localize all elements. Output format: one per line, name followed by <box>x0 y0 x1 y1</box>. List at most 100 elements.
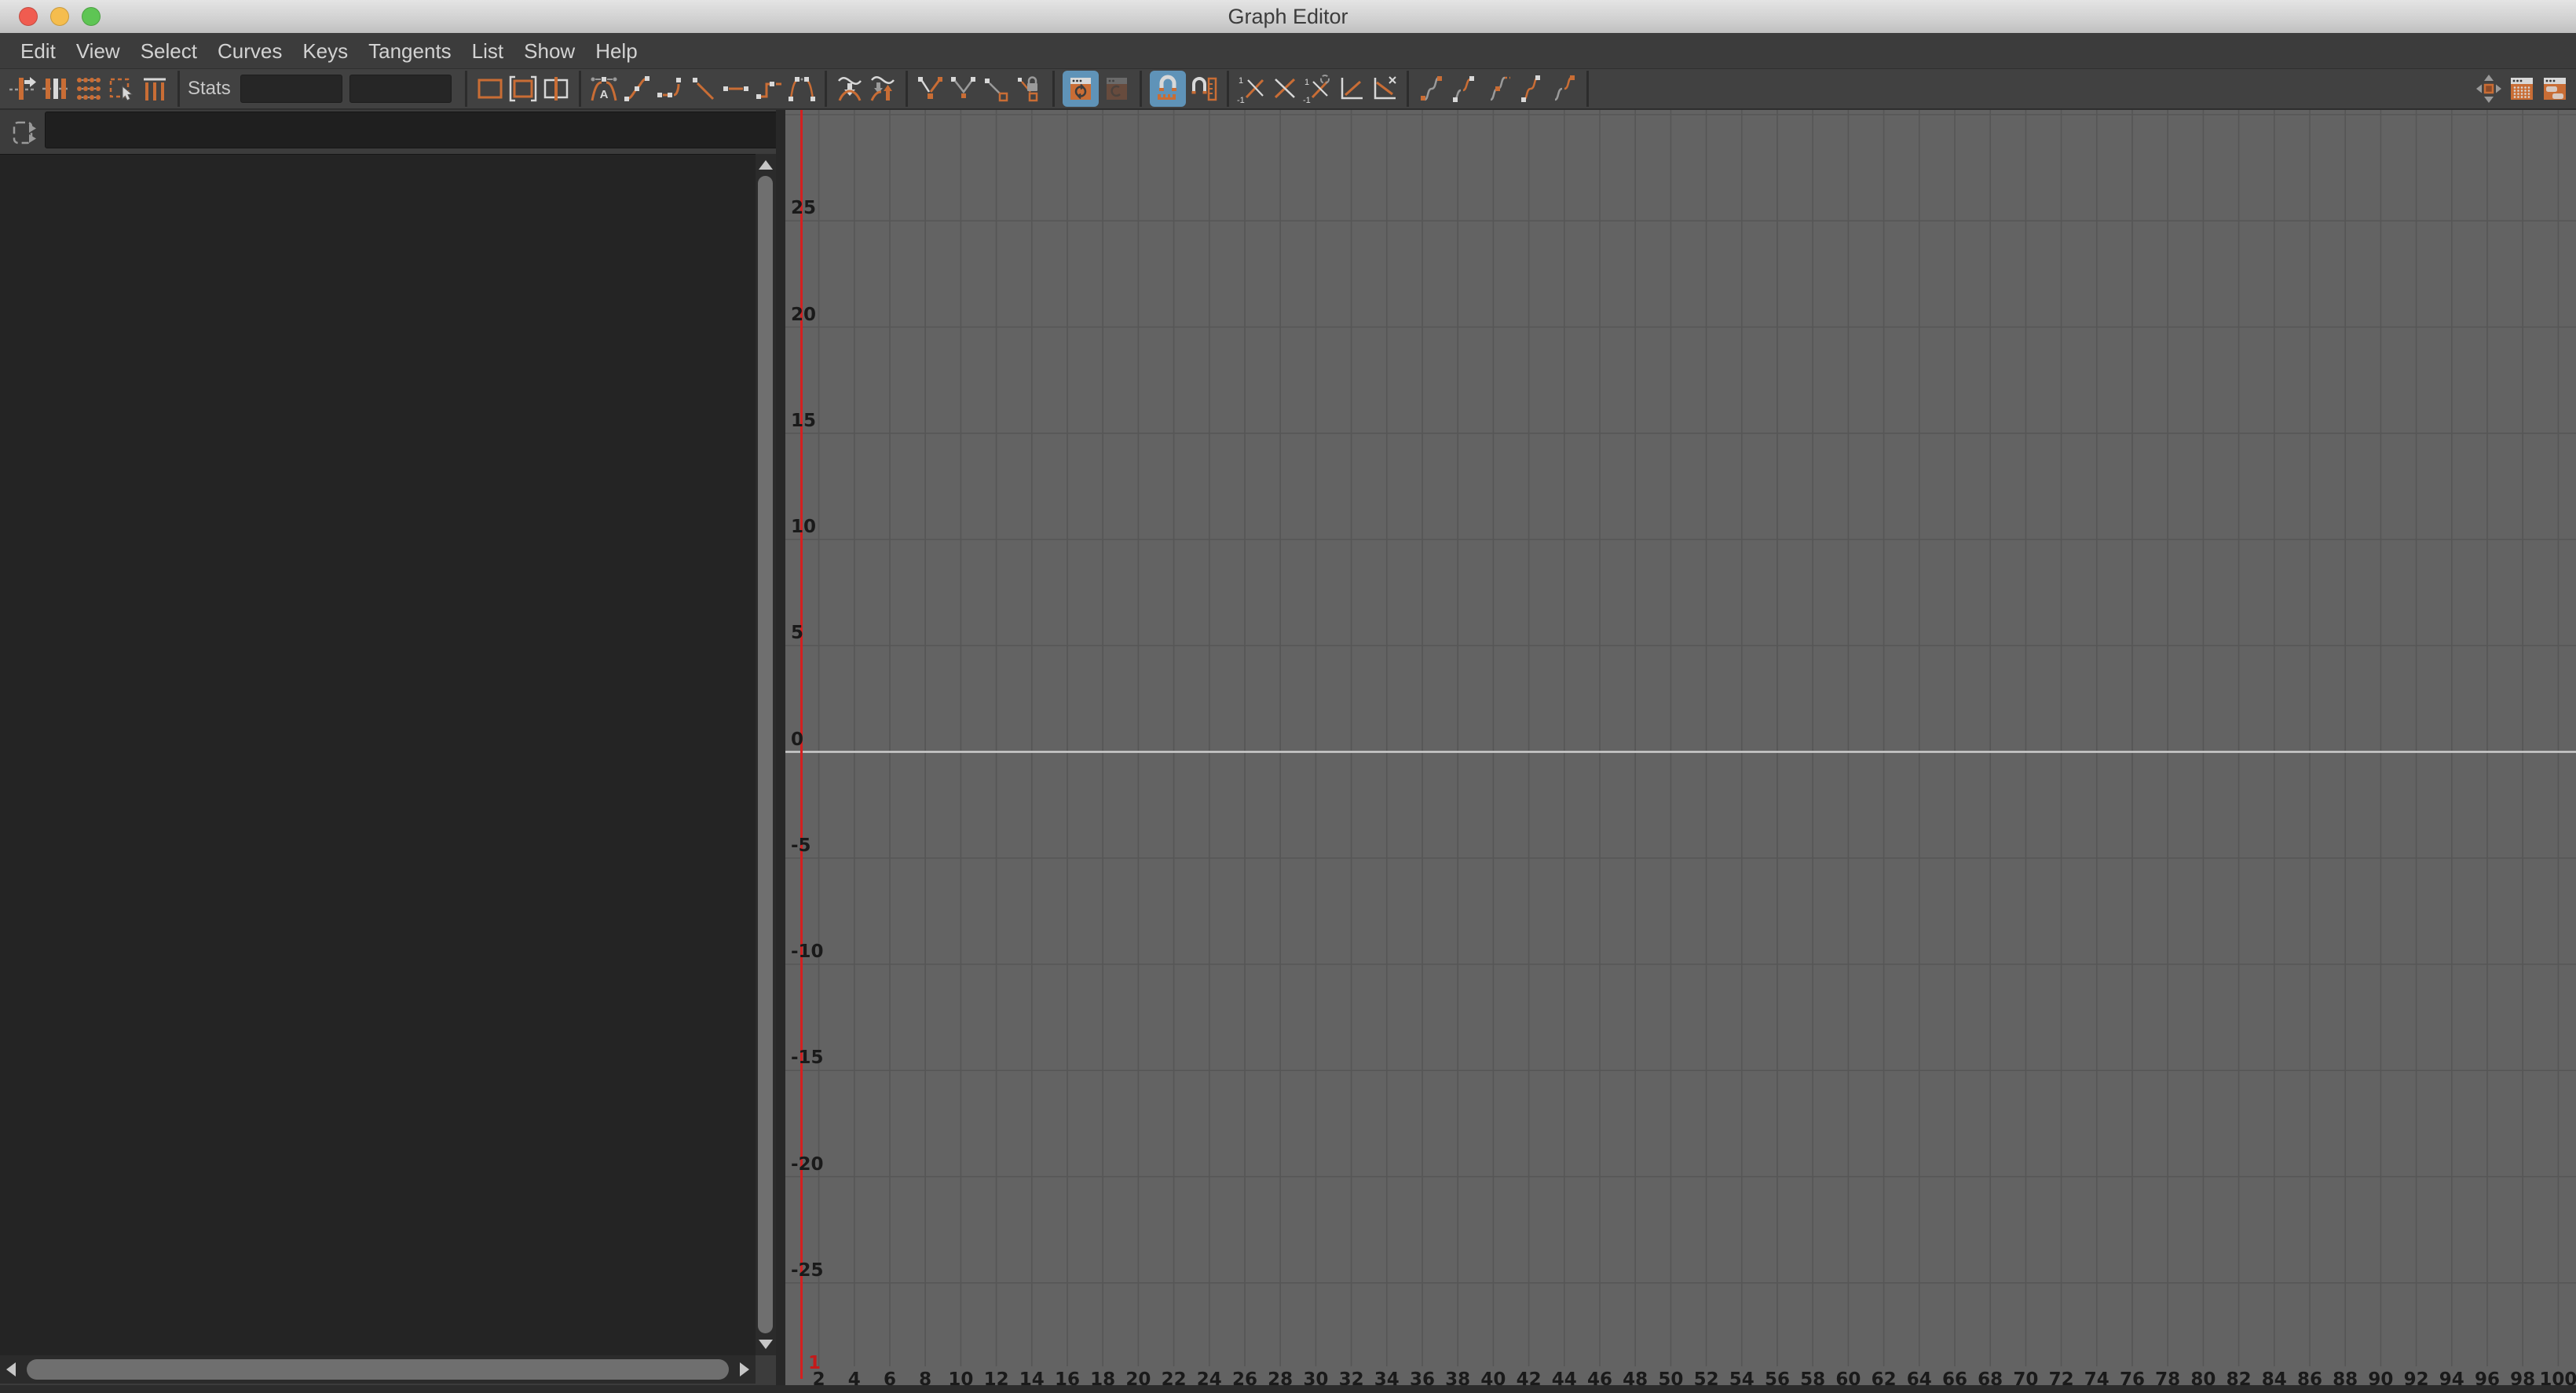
y-tick-label: -10 <box>791 941 824 962</box>
auto-tangent-button[interactable]: A <box>588 73 620 104</box>
toolbar-separator <box>177 71 180 107</box>
free-tangent-weight-icon <box>984 79 1008 102</box>
channel-outliner-panel <box>0 110 785 1393</box>
menu-view[interactable]: View <box>66 33 130 69</box>
linear-tangent-icon <box>692 78 714 101</box>
pre-infinity-cycle-button[interactable] <box>1416 73 1447 104</box>
swap-keys-icon <box>1274 78 1295 99</box>
scale-keys-negative-button[interactable]: 1 -1 <box>1236 73 1268 104</box>
svg-text:-1: -1 <box>1237 96 1245 104</box>
spreadsheet-view-button[interactable] <box>2506 73 2538 104</box>
pan-zoom-view-button[interactable] <box>2473 73 2505 104</box>
y-tick-label: 5 <box>791 623 804 644</box>
name-filter-menu-icon[interactable] <box>12 119 38 145</box>
retime-tool-button[interactable] <box>139 73 170 104</box>
frame-playback-range-button[interactable] <box>507 73 539 104</box>
menu-curves[interactable]: Curves <box>207 33 292 69</box>
lattice-deform-keys-tool-button[interactable] <box>73 73 104 104</box>
scroll-up-arrow-icon[interactable] <box>759 160 773 170</box>
menu-tangents[interactable]: Tangents <box>358 33 462 69</box>
linear-tangent-button[interactable] <box>687 73 719 104</box>
y-tick-label: 0 <box>791 729 804 750</box>
break-tangents-button[interactable] <box>915 73 946 104</box>
svg-text:1: 1 <box>1239 76 1243 86</box>
load-selected-objects-icon <box>1106 78 1127 100</box>
pre-infinity-cycle-offset-icon <box>1452 76 1474 102</box>
post-infinity-cycle-icon <box>1490 76 1510 101</box>
toolbar-separator <box>1052 71 1055 107</box>
flat-tangent-button[interactable] <box>720 73 752 104</box>
outliner-horizontal-scrollbar[interactable] <box>0 1355 756 1384</box>
scroll-down-arrow-icon[interactable] <box>759 1340 773 1349</box>
flat-tangent-icon <box>723 86 748 91</box>
post-infinity-cycle-button[interactable] <box>1482 73 1513 104</box>
insert-keys-tool-button[interactable] <box>40 73 71 104</box>
svg-text:A: A <box>599 88 608 101</box>
lock-tangent-weight-button[interactable] <box>1014 73 1045 104</box>
spline-tangent-icon <box>624 76 649 101</box>
window-title: Graph Editor <box>1228 5 1348 28</box>
y-tick-label: 20 <box>791 304 817 325</box>
graph-grid <box>785 110 2576 1366</box>
insert-keys-tool-icon <box>42 79 69 99</box>
snap-ruler-button[interactable] <box>1188 73 1220 104</box>
y-tick-label: -20 <box>791 1154 824 1175</box>
title-bar[interactable]: Graph Editor <box>0 0 2576 34</box>
menu-show[interactable]: Show <box>514 33 585 69</box>
stacked-panels-view-button[interactable] <box>2539 73 2571 104</box>
default-out-tangent-button[interactable] <box>867 73 898 104</box>
infinity-oscillate-button[interactable] <box>1548 73 1579 104</box>
default-out-tangent-icon <box>870 76 895 101</box>
load-selected-objects-button[interactable] <box>1101 73 1132 104</box>
spline-tangent-button[interactable] <box>621 73 653 104</box>
move-nearest-key-tool-button[interactable] <box>7 73 38 104</box>
clamped-tangent-icon <box>657 78 681 97</box>
channel-list[interactable] <box>0 154 756 1355</box>
y-tick-label: -25 <box>791 1260 824 1281</box>
outliner-vertical-scrollbar[interactable] <box>756 154 776 1355</box>
unify-tangents-button[interactable] <box>948 73 979 104</box>
step-tangent-button[interactable] <box>753 73 785 104</box>
frame-all-icon <box>478 79 503 99</box>
toolbar-separator <box>464 71 467 107</box>
stats-key-field[interactable] <box>240 75 342 103</box>
center-current-time-button[interactable] <box>540 73 572 104</box>
post-infinity-cycle-offset-button[interactable] <box>1515 73 1546 104</box>
graph-view[interactable]: 1 -25 -20 -15 -10 -5 0 5 10 15 20 25 2 4 6 8 10 12 14 16 18… <box>785 110 2576 1393</box>
scale-cycle-keys-button[interactable]: 1 -1 <box>1302 73 1334 104</box>
lock-tangent-weight-icon <box>1017 76 1037 102</box>
scale-cycle-keys-icon: 1 -1 <box>1303 75 1330 104</box>
scroll-left-arrow-icon[interactable] <box>6 1362 16 1377</box>
y-tick-label: -5 <box>791 835 811 856</box>
unify-tangents-icon <box>950 77 975 98</box>
y-tick-label: 15 <box>791 410 817 431</box>
clamped-tangent-button[interactable] <box>654 73 686 104</box>
menu-edit[interactable]: Edit <box>10 33 66 69</box>
stats-value-field[interactable] <box>349 75 452 103</box>
svg-text:1: 1 <box>1304 78 1309 87</box>
channel-filter-input[interactable] <box>45 112 781 148</box>
post-infinity-linear-button[interactable] <box>1368 73 1400 104</box>
frame-all-button[interactable] <box>474 73 506 104</box>
toolbar-separator <box>1586 71 1589 107</box>
y-tick-label: 10 <box>791 517 817 537</box>
name-filter-menu-icon <box>13 121 36 144</box>
default-in-tangent-button[interactable] <box>834 73 865 104</box>
free-tangent-weight-button[interactable] <box>981 73 1012 104</box>
time-value-snap-button[interactable] <box>1149 71 1186 107</box>
snap-ruler-icon <box>1191 77 1217 101</box>
menu-select[interactable]: Select <box>130 33 207 69</box>
horizontal-scrollbar-thumb[interactable] <box>27 1359 729 1380</box>
swap-keys-button[interactable] <box>1269 73 1301 104</box>
region-select-tool-button[interactable] <box>106 73 137 104</box>
menu-list[interactable]: List <box>462 33 514 69</box>
plateau-tangent-button[interactable] <box>786 73 818 104</box>
vertical-scrollbar-thumb[interactable] <box>758 176 773 1333</box>
scroll-right-arrow-icon[interactable] <box>740 1362 749 1377</box>
pre-infinity-linear-button[interactable] <box>1335 73 1367 104</box>
time-value-snap-icon <box>1157 75 1176 100</box>
menu-help[interactable]: Help <box>585 33 647 69</box>
auto-load-graph-editor-button[interactable] <box>1062 71 1099 107</box>
menu-keys[interactable]: Keys <box>292 33 358 69</box>
pre-infinity-cycle-offset-button[interactable] <box>1449 73 1480 104</box>
